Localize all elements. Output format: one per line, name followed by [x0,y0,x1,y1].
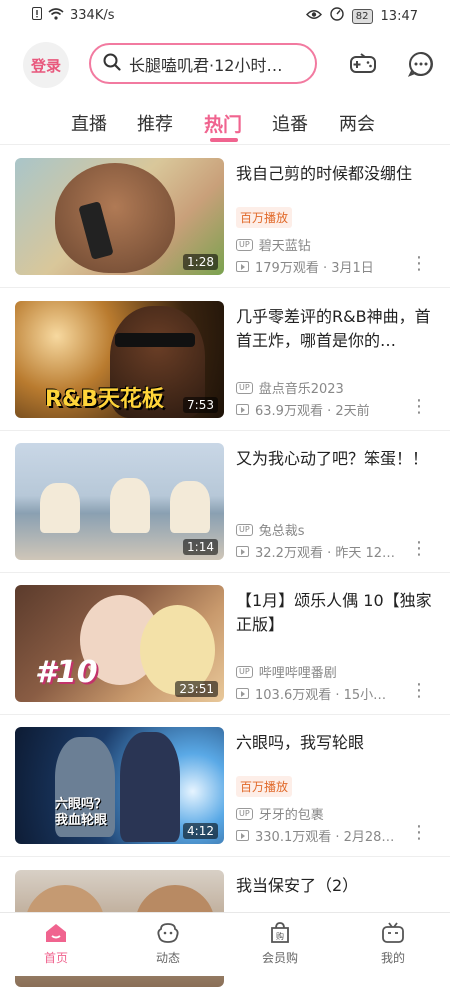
video-title[interactable]: 六眼吗，我写轮眼 [236,731,436,755]
video-duration: 1:28 [183,254,218,270]
list-item[interactable]: R&B天花板 7:53 几乎零差评的R&B神曲，首首王炸，哪首是你的… UP 盘… [0,288,450,431]
up-icon: UP [236,523,253,536]
video-thumbnail[interactable]: 1:28 [15,158,224,275]
uploader-name: 哔哩哔哩番剧 [258,666,337,681]
tab-hot[interactable]: 热门 [204,110,242,137]
eye-icon [305,9,322,24]
network-speed: 334K/s [70,8,115,23]
play-icon [236,688,249,699]
nav-mine-label: 我的 [380,951,405,965]
list-item[interactable]: 六眼吗？ 我血轮眼 4:12 六眼吗，我写轮眼 百万播放 UP 牙牙的包裹 33… [0,714,450,857]
uploader-row[interactable]: UP 兔总裁s [236,520,304,539]
search-icon [103,53,121,75]
message-icon[interactable] [407,50,435,78]
battery-level: 82 [351,8,373,24]
up-icon: UP [236,665,253,678]
video-title[interactable]: 【1月】颂乐人偶 10【独家正版】 [236,589,436,637]
tab-live[interactable]: 直播 [71,110,107,136]
uploader-name: 兔总裁s [258,524,305,539]
view-meta: 330.1万观看 · 2月28… [255,830,395,845]
thumbnail-caption: #10 [35,655,98,690]
uploader-row[interactable]: UP 碧天蓝钻 [236,235,311,254]
uploader-row[interactable]: UP 哔哩哔哩番剧 [236,662,337,681]
view-meta: 103.6万观看 · 15小… [255,688,387,703]
view-meta-row: 63.9万观看 · 2天前 [236,400,370,419]
search-bar[interactable]: 长腿嗑叽君·12小时… [89,43,317,84]
video-thumbnail[interactable]: 六眼吗？ 我血轮眼 4:12 [15,727,224,844]
video-title[interactable]: 我自己剪的时候都没绷住 [236,162,436,186]
nav-mine[interactable]: 我的 [358,921,428,966]
nav-shop[interactable]: 购 会员购 [245,921,315,966]
video-duration: 23:51 [175,681,218,697]
play-count-badge: 百万播放 [236,207,293,228]
wifi-icon [48,7,64,24]
dynamic-icon [157,923,179,943]
more-options-icon[interactable]: ⋮ [410,398,428,416]
video-thumbnail[interactable]: #10 23:51 [15,585,224,702]
view-meta: 32.2万观看 · 昨天 12… [255,546,396,561]
list-item[interactable]: 1:28 我自己剪的时候都没绷住 百万播放 UP 碧天蓝钻 179万观看 · 3… [0,145,450,288]
tab-active-indicator [210,138,238,142]
play-icon [236,830,249,841]
sim-icon [32,7,42,24]
tab-two-sessions[interactable]: 两会 [339,110,375,136]
play-count-badge: 百万播放 [236,776,293,797]
game-controller-icon[interactable] [349,50,377,78]
video-duration: 7:53 [183,397,218,413]
uploader-name: 盘点音乐2023 [258,382,344,397]
view-meta-row: 32.2万观看 · 昨天 12… [236,542,395,561]
bottom-navigation: 首页 动态 购 会员购 我的 [0,912,450,976]
uploader-name: 牙牙的包裹 [258,808,324,823]
status-bar: 334K/s 82 13:47 [0,0,450,32]
uploader-row[interactable]: UP 牙牙的包裹 [236,804,324,823]
nav-home-label: 首页 [43,951,68,965]
more-options-icon[interactable]: ⋮ [410,540,428,558]
video-duration: 4:12 [183,823,218,839]
up-icon: UP [236,381,253,394]
top-header: 登录 长腿嗑叽君·12小时… [0,36,450,94]
video-title[interactable]: 我当保安了（2） [236,874,436,898]
list-item[interactable]: 1:14 又为我心动了吧？笨蛋！！ UP 兔总裁s 32.2万观看 · 昨天 1… [0,430,450,573]
more-options-icon[interactable]: ⋮ [410,824,428,842]
thumbnail-caption: R&B天花板 [45,387,164,412]
up-icon: UP [236,807,253,820]
nav-shop-label: 会员购 [261,951,298,965]
play-icon [236,261,249,272]
nav-dynamic[interactable]: 动态 [133,921,203,966]
more-options-icon[interactable]: ⋮ [410,682,428,700]
tab-anime[interactable]: 追番 [272,110,308,136]
nav-dynamic-label: 动态 [155,951,180,965]
list-item[interactable]: #10 23:51 【1月】颂乐人偶 10【独家正版】 UP 哔哩哔哩番剧 10… [0,572,450,715]
view-meta-row: 103.6万观看 · 15小… [236,684,386,703]
clock: 13:47 [380,8,418,24]
video-title[interactable]: 又为我心动了吧？笨蛋！！ [236,447,436,471]
more-options-icon[interactable]: ⋮ [410,255,428,273]
tv-icon [382,922,404,943]
video-title[interactable]: 几乎零差评的R&B神曲，首首王炸，哪首是你的… [236,305,436,353]
video-thumbnail[interactable]: R&B天花板 7:53 [15,301,224,418]
play-icon [236,404,249,415]
search-input[interactable]: 长腿嗑叽君·12小时… [129,52,299,76]
video-duration: 1:14 [183,539,218,555]
uploader-row[interactable]: UP 盘点音乐2023 [236,378,344,397]
view-meta: 179万观看 · 3月1日 [255,261,374,276]
home-icon [46,924,66,942]
uploader-name: 碧天蓝钻 [258,239,311,254]
speedometer-icon [330,7,344,25]
tab-recommend[interactable]: 推荐 [137,110,173,136]
up-icon: UP [236,238,253,251]
view-meta-row: 330.1万观看 · 2月28… [236,826,394,845]
login-button[interactable]: 登录 [23,42,69,88]
svg-text:购: 购 [276,931,284,941]
video-thumbnail[interactable]: 1:14 [15,443,224,560]
shop-icon: 购 [271,922,289,943]
channel-tabs: 直播 推荐 热门 追番 两会 [0,100,450,145]
play-icon [236,546,249,557]
nav-home[interactable]: 首页 [21,921,91,966]
view-meta-row: 179万观看 · 3月1日 [236,257,374,276]
thumbnail-caption: 六眼吗？ 我血轮眼 [55,797,108,828]
view-meta: 63.9万观看 · 2天前 [255,404,370,419]
